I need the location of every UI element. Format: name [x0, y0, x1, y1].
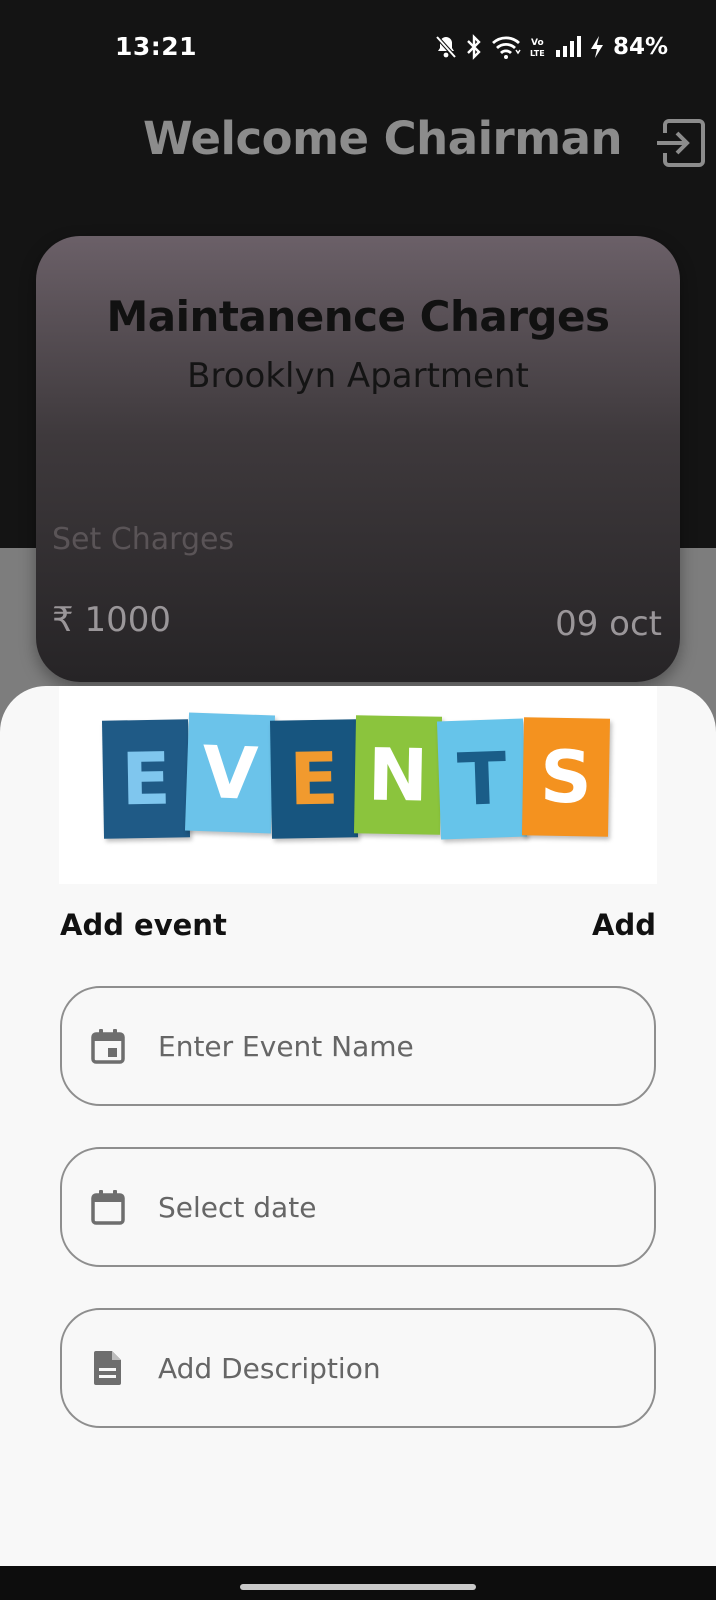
- date-field[interactable]: [60, 1147, 656, 1267]
- maintenance-card[interactable]: Maintanence Charges Brooklyn Apartment S…: [36, 236, 680, 682]
- home-gesture-handle[interactable]: [240, 1584, 476, 1590]
- status-time: 13:21: [115, 32, 198, 61]
- events-banner-image: E V E N T S: [59, 686, 657, 884]
- add-button[interactable]: Add: [592, 908, 656, 942]
- events-letter-tile: E: [101, 719, 191, 839]
- wifi-icon: [491, 35, 521, 59]
- system-nav-bar: [0, 1566, 716, 1600]
- bluetooth-icon: [466, 34, 482, 60]
- set-charges-label[interactable]: Set Charges: [52, 522, 234, 557]
- calendar-event-icon: [91, 1029, 125, 1064]
- app-screen: 13:21 Vo LTE 84% Welcome Chairman Mainta…: [0, 0, 716, 1600]
- charge-amount: ₹ 1000: [52, 600, 171, 640]
- card-title: Maintanence Charges: [106, 292, 610, 341]
- events-logo: E V E N T S: [101, 712, 613, 842]
- calendar-icon: [91, 1190, 125, 1225]
- bell-off-icon: [435, 35, 457, 59]
- events-letter-tile: N: [353, 715, 443, 835]
- events-letter-tile: S: [521, 717, 611, 837]
- charging-icon: [590, 35, 604, 59]
- event-name-input[interactable]: [158, 1029, 654, 1063]
- events-letter-tile: E: [269, 719, 359, 839]
- volte-icon: Vo LTE: [530, 35, 546, 59]
- events-letter-tile: T: [436, 718, 528, 840]
- event-name-field[interactable]: [60, 986, 656, 1106]
- description-input[interactable]: [158, 1351, 654, 1385]
- svg-text:Vo: Vo: [531, 38, 544, 48]
- logout-button[interactable]: [655, 117, 707, 169]
- status-icons: Vo LTE 84%: [435, 32, 668, 62]
- svg-text:LTE: LTE: [530, 49, 545, 58]
- add-event-label: Add event: [60, 908, 227, 942]
- page-title: Welcome Chairman: [143, 112, 622, 165]
- date-input[interactable]: [158, 1190, 654, 1224]
- signal-icon: [555, 36, 581, 58]
- card-subtitle: Brooklyn Apartment: [187, 356, 529, 396]
- battery-level: 84%: [612, 34, 668, 60]
- document-icon: [94, 1351, 121, 1385]
- add-event-sheet: E V E N T S Add event Add: [0, 686, 716, 1570]
- logout-icon: [657, 119, 705, 167]
- events-letter-tile: V: [184, 712, 276, 834]
- description-field[interactable]: [60, 1308, 656, 1428]
- charge-date: 09 oct: [555, 604, 662, 644]
- status-bar: 13:21 Vo LTE 84%: [0, 0, 716, 92]
